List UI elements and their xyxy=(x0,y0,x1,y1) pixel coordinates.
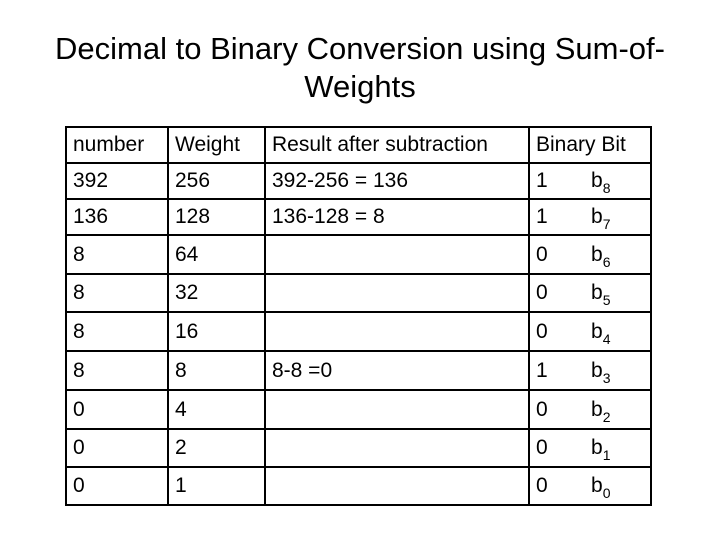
cell-number: 136 xyxy=(65,198,169,236)
table-row: 0 1 0 b0 xyxy=(65,466,652,506)
cell-binary-bit: 1 b7 xyxy=(528,198,652,236)
bit-value: 0 xyxy=(536,436,548,459)
bit-name: b8 xyxy=(591,169,610,196)
conversion-table: number Weight Result after subtraction B… xyxy=(65,126,652,506)
header-weight: Weight xyxy=(167,126,266,164)
cell-number: 0 xyxy=(65,428,169,468)
cell-binary-bit: 1 b3 xyxy=(528,350,652,391)
cell-result: 8-8 =0 xyxy=(264,350,530,391)
cell-weight: 1 xyxy=(167,466,266,506)
bit-value: 0 xyxy=(536,397,548,421)
cell-result xyxy=(264,466,530,506)
bit-value: 1 xyxy=(536,358,548,382)
bit-value: 0 xyxy=(536,319,548,343)
bit-index: 1 xyxy=(602,447,611,463)
bit-value: 0 xyxy=(536,242,548,266)
table-row: 392 256 392-256 = 136 1 b8 xyxy=(65,162,652,200)
cell-weight: 16 xyxy=(167,311,266,352)
bit-base: b xyxy=(591,397,603,421)
cell-result xyxy=(264,311,530,352)
bit-index: 4 xyxy=(602,330,611,347)
table-row: 136 128 136-128 = 8 1 b7 xyxy=(65,198,652,236)
cell-binary-bit: 0 b2 xyxy=(528,389,652,430)
bit-base: b xyxy=(591,319,603,343)
cell-binary-bit: 0 b4 xyxy=(528,311,652,352)
cell-binary-bit: 0 b5 xyxy=(528,273,652,313)
cell-weight: 2 xyxy=(167,428,266,468)
bit-base: b xyxy=(591,358,603,382)
bit-name: b5 xyxy=(591,281,610,308)
cell-weight: 4 xyxy=(167,389,266,430)
bit-base: b xyxy=(591,205,603,228)
table-header-row: number Weight Result after subtraction B… xyxy=(65,126,652,164)
cell-binary-bit: 1 b8 xyxy=(528,162,652,200)
bit-value: 0 xyxy=(536,281,548,304)
bit-index: 5 xyxy=(602,292,611,308)
header-binary-bit: Binary Bit xyxy=(528,126,652,164)
bit-name: b3 xyxy=(591,358,610,385)
table-row: 8 64 0 b6 xyxy=(65,234,652,275)
bit-index: 6 xyxy=(602,253,611,270)
title-line-1: Decimal to Binary Conversion using Sum-o… xyxy=(55,31,665,66)
cell-number: 8 xyxy=(65,350,169,391)
cell-number: 0 xyxy=(65,466,169,506)
cell-binary-bit: 0 b1 xyxy=(528,428,652,468)
bit-index: 7 xyxy=(602,216,611,232)
bit-base: b xyxy=(591,169,603,192)
bit-value: 0 xyxy=(536,474,548,497)
cell-result: 392-256 = 136 xyxy=(264,162,530,200)
cell-binary-bit: 0 b0 xyxy=(528,466,652,506)
bit-base: b xyxy=(591,436,603,459)
table-row: 8 8 8-8 =0 1 b3 xyxy=(65,350,652,391)
bit-base: b xyxy=(591,281,603,304)
bit-base: b xyxy=(591,474,603,497)
bit-name: b0 xyxy=(591,474,610,501)
table-row: 8 16 0 b4 xyxy=(65,311,652,352)
bit-name: b6 xyxy=(591,242,610,269)
cell-result xyxy=(264,428,530,468)
table-row: 0 2 0 b1 xyxy=(65,428,652,468)
cell-result xyxy=(264,273,530,313)
bit-value: 1 xyxy=(536,169,548,192)
bit-value: 1 xyxy=(536,205,548,228)
cell-result xyxy=(264,389,530,430)
cell-result xyxy=(264,234,530,275)
bit-index: 0 xyxy=(602,485,611,501)
table-row: 0 4 0 b2 xyxy=(65,389,652,430)
cell-number: 0 xyxy=(65,389,169,430)
cell-number: 392 xyxy=(65,162,169,200)
cell-weight: 32 xyxy=(167,273,266,313)
header-result: Result after subtraction xyxy=(264,126,530,164)
bit-index: 8 xyxy=(602,180,611,196)
slide-title: Decimal to Binary Conversion using Sum-o… xyxy=(0,30,720,106)
bit-index: 3 xyxy=(602,369,611,386)
cell-weight: 256 xyxy=(167,162,266,200)
table-row: 8 32 0 b5 xyxy=(65,273,652,313)
cell-weight: 64 xyxy=(167,234,266,275)
bit-index: 2 xyxy=(602,408,611,425)
bit-name: b4 xyxy=(591,319,610,346)
cell-binary-bit: 0 b6 xyxy=(528,234,652,275)
bit-name: b7 xyxy=(591,205,610,232)
bit-name: b2 xyxy=(591,397,610,424)
cell-weight: 128 xyxy=(167,198,266,236)
header-number: number xyxy=(65,126,169,164)
bit-base: b xyxy=(591,242,603,266)
cell-number: 8 xyxy=(65,234,169,275)
cell-number: 8 xyxy=(65,273,169,313)
cell-result: 136-128 = 8 xyxy=(264,198,530,236)
bit-name: b1 xyxy=(591,436,610,463)
cell-weight: 8 xyxy=(167,350,266,391)
title-line-2: Weights xyxy=(304,69,416,104)
cell-number: 8 xyxy=(65,311,169,352)
